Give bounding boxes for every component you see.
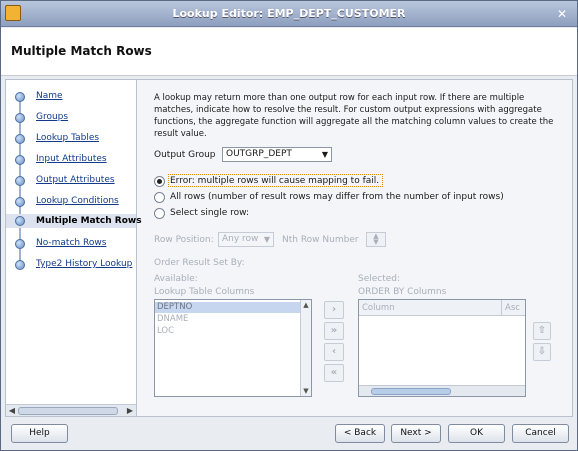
main-panel: A lookup may return more than one output… (146, 90, 566, 410)
horizontal-scrollbar[interactable] (359, 385, 525, 396)
output-group-label: Output Group (154, 150, 216, 160)
move-up-icon[interactable]: ⇧ (533, 322, 551, 340)
step-dot-icon (15, 260, 25, 270)
close-icon[interactable]: ✕ (555, 7, 569, 21)
scroll-thumb[interactable] (18, 407, 118, 415)
radio-all-rows-label[interactable]: All rows (number of result rows may diff… (170, 192, 504, 202)
cancel-button[interactable]: Cancel (512, 424, 569, 443)
radio-single-row-label[interactable]: Select single row: (170, 208, 249, 218)
column-header[interactable]: Column (359, 300, 502, 316)
step-dot-icon (15, 155, 25, 165)
page-title: Multiple Match Rows (11, 44, 152, 58)
next-button[interactable]: Next > (391, 424, 441, 443)
move-right-icon[interactable]: › (324, 301, 344, 319)
scroll-left-icon[interactable]: ◀ (7, 405, 17, 416)
title-bar[interactable]: Lookup Editor: EMP_DEPT_CUSTOMER ✕ (1, 1, 577, 27)
scroll-right-icon[interactable]: ▶ (125, 405, 135, 416)
nth-row-label: Nth Row Number (282, 235, 359, 245)
sidebar-item-input-attributes[interactable]: Input Attributes (36, 154, 107, 164)
move-all-right-icon[interactable]: » (324, 322, 344, 340)
available-label: Available: (154, 274, 198, 284)
radio-error-label[interactable]: Error: multiple rows will cause mapping … (170, 176, 379, 186)
scroll-thumb[interactable] (371, 388, 451, 395)
step-dot-icon (15, 216, 25, 226)
lookup-columns-label: Lookup Table Columns (154, 287, 255, 297)
move-down-icon[interactable]: ⇩ (533, 343, 551, 361)
header-panel: Multiple Match Rows (1, 28, 577, 76)
scroll-down-icon[interactable]: ▼ (301, 386, 311, 396)
scroll-up-icon[interactable]: ▲ (301, 300, 311, 310)
output-group-select[interactable]: OUTGRP_DEPT ▼ (222, 147, 332, 162)
sidebar-item-output-attributes[interactable]: Output Attributes (36, 175, 115, 185)
help-button[interactable]: Help (11, 424, 68, 443)
step-dot-icon (15, 134, 25, 144)
footer-bar: Help < Back Next > OK Cancel (1, 419, 577, 450)
selected-label: Selected: (358, 274, 401, 284)
content-area: Name Groups Lookup Tables Input Attribut… (5, 79, 573, 417)
step-dot-icon (15, 197, 25, 207)
window-title: Lookup Editor: EMP_DEPT_CUSTOMER (172, 7, 406, 20)
step-dot-icon (15, 113, 25, 123)
list-item[interactable]: DEPTNO (155, 302, 311, 313)
asc-header[interactable]: Asc (502, 300, 525, 316)
lookup-editor-window: Lookup Editor: EMP_DEPT_CUSTOMER ✕ Multi… (0, 0, 578, 451)
vertical-scrollbar[interactable]: ▲ ▼ (300, 300, 311, 396)
chevron-down-icon: ▼ (321, 150, 328, 159)
row-position-label: Row Position: (154, 235, 214, 245)
sidebar-item-lookup-tables[interactable]: Lookup Tables (36, 133, 99, 143)
available-columns-list[interactable]: DEPTNO DNAME LOC ▲ ▼ (154, 299, 312, 397)
sidebar-item-groups[interactable]: Groups (36, 112, 68, 122)
nth-row-spinner[interactable]: ▲ ▼ (366, 232, 386, 247)
radio-error[interactable] (154, 176, 165, 187)
row-position-select[interactable]: Any row ▼ (218, 232, 274, 247)
output-group-value: OUTGRP_DEPT (226, 149, 292, 159)
sidebar-item-no-match-rows[interactable]: No-match Rows (36, 238, 106, 248)
sidebar-item-lookup-conditions[interactable]: Lookup Conditions (36, 196, 119, 206)
step-dot-icon (15, 239, 25, 249)
sidebar-item-type2-history-lookup[interactable]: Type2 History Lookup (36, 259, 132, 269)
step-dot-icon (15, 92, 25, 102)
move-all-left-icon[interactable]: « (324, 364, 344, 382)
row-position-value: Any row (222, 234, 259, 244)
sidebar-item-multiple-match-rows[interactable]: Multiple Match Rows (6, 214, 142, 228)
move-left-icon[interactable]: ‹ (324, 343, 344, 361)
order-result-label: Order Result Set By: (154, 258, 245, 268)
back-button[interactable]: < Back (335, 424, 385, 443)
chevron-down-icon: ▼ (263, 235, 270, 244)
sidebar-item-name[interactable]: Name (36, 91, 63, 101)
radio-single-row[interactable] (154, 208, 165, 219)
wizard-steps-sidebar: Name Groups Lookup Tables Input Attribut… (6, 80, 142, 416)
radio-all-rows[interactable] (154, 192, 165, 203)
sidebar-horizontal-scrollbar[interactable]: ◀ ▶ (6, 404, 136, 416)
order-by-table[interactable]: Column Asc (358, 299, 526, 397)
step-dot-icon (15, 176, 25, 186)
description-text: A lookup may return more than one output… (154, 93, 554, 139)
list-item[interactable]: LOC (155, 326, 311, 337)
ok-button[interactable]: OK (448, 424, 505, 443)
list-item[interactable]: DNAME (155, 314, 311, 325)
order-by-label: ORDER BY Columns (358, 287, 447, 297)
